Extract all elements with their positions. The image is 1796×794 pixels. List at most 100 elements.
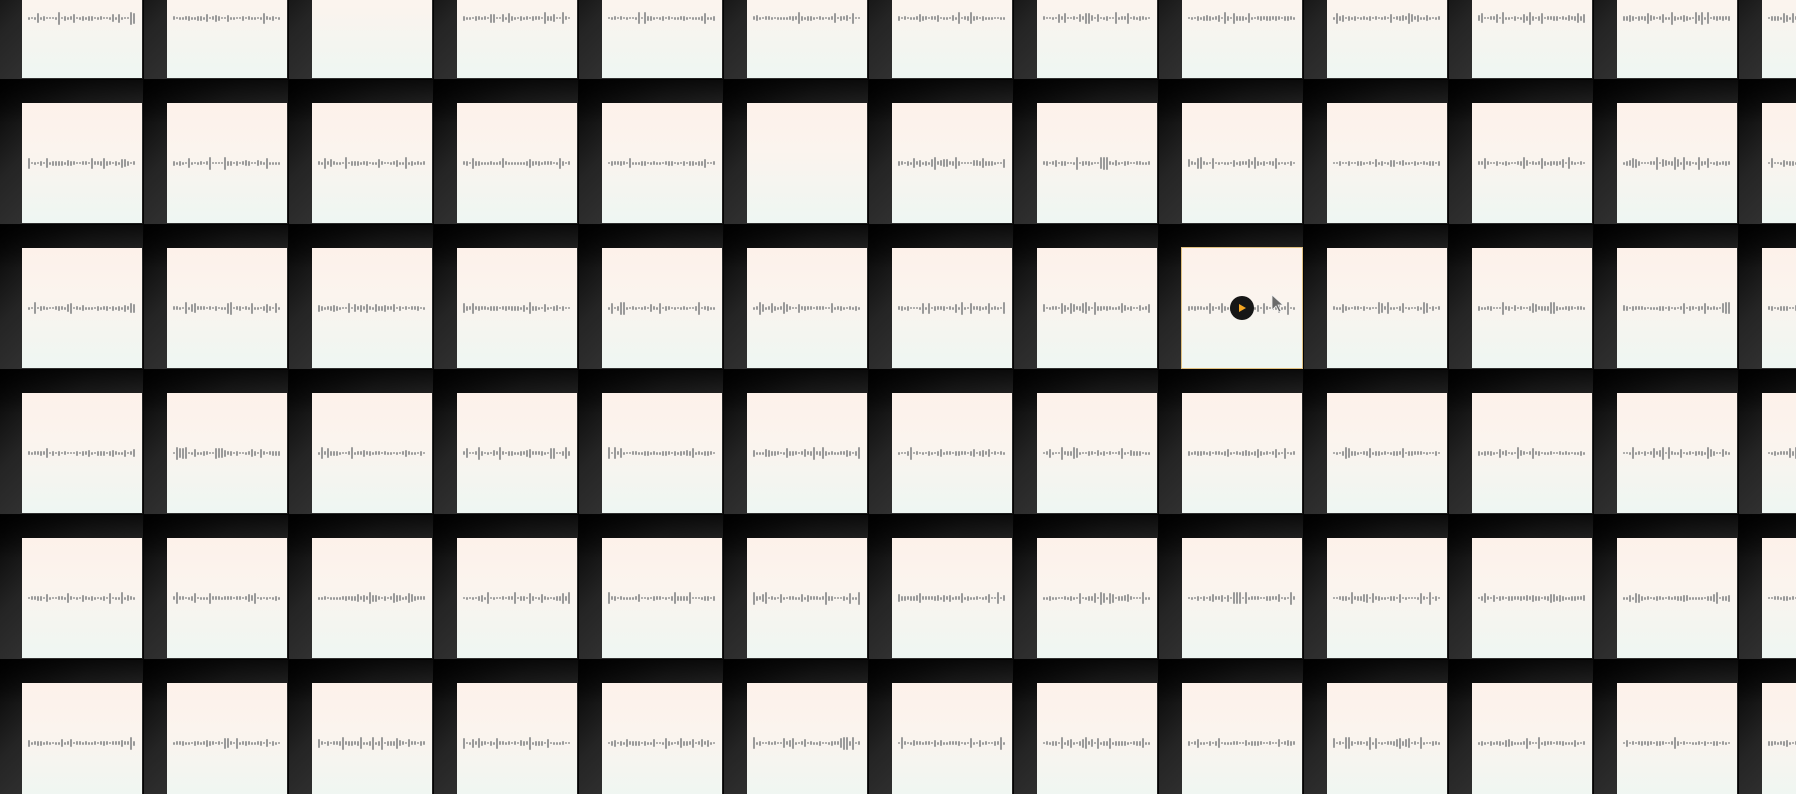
audio-tile[interactable] — [1617, 0, 1737, 78]
audio-tile[interactable] — [1762, 538, 1796, 658]
audio-tile[interactable] — [22, 538, 142, 658]
audio-tile[interactable] — [1037, 248, 1157, 368]
audio-tile[interactable] — [312, 248, 432, 368]
waveform-bar — [1644, 596, 1646, 600]
audio-tile[interactable] — [22, 0, 142, 78]
audio-tile[interactable] — [312, 103, 432, 223]
waveform-bar — [985, 596, 987, 600]
audio-tile[interactable] — [312, 683, 432, 794]
play-button[interactable] — [1230, 296, 1254, 320]
audio-tile[interactable] — [1762, 0, 1796, 78]
audio-tile[interactable] — [1037, 393, 1157, 513]
audio-tile[interactable] — [1472, 0, 1592, 78]
audio-tile[interactable] — [457, 393, 577, 513]
waveform-bar — [1526, 15, 1528, 21]
audio-tile[interactable] — [312, 0, 432, 78]
audio-tile[interactable] — [602, 0, 722, 78]
audio-tile[interactable] — [312, 538, 432, 658]
audio-tile[interactable] — [747, 393, 867, 513]
waveform-bar — [916, 307, 918, 309]
audio-tile[interactable] — [1472, 683, 1592, 794]
audio-tile[interactable] — [1762, 393, 1796, 513]
audio-tile[interactable] — [1327, 538, 1447, 658]
waveform-bar — [967, 307, 969, 309]
waveform-bar — [1191, 742, 1193, 744]
audio-tile[interactable] — [892, 683, 1012, 794]
audio-tile[interactable] — [1037, 683, 1157, 794]
audio-tile[interactable] — [1617, 248, 1737, 368]
audio-tile[interactable] — [747, 103, 867, 223]
audio-tile[interactable] — [747, 683, 867, 794]
audio-tile[interactable] — [1182, 683, 1302, 794]
waveform-bar — [1716, 15, 1718, 21]
audio-tile[interactable] — [457, 103, 577, 223]
audio-tile[interactable] — [892, 248, 1012, 368]
audio-tile[interactable] — [602, 683, 722, 794]
audio-tile[interactable] — [1182, 538, 1302, 658]
audio-tile[interactable] — [1037, 0, 1157, 78]
waveform-bar — [28, 157, 30, 169]
audio-tile[interactable] — [457, 683, 577, 794]
waveform-bar — [994, 17, 996, 19]
audio-tile[interactable] — [22, 248, 142, 368]
audio-tile[interactable] — [167, 393, 287, 513]
audio-tile[interactable] — [22, 393, 142, 513]
waveform-bar — [327, 597, 329, 599]
audio-tile[interactable] — [22, 683, 142, 794]
audio-tile[interactable] — [1327, 103, 1447, 223]
waveform-bar — [109, 307, 111, 309]
waveform-bar — [321, 596, 323, 600]
audio-tile[interactable] — [1617, 103, 1737, 223]
audio-tile[interactable] — [1327, 248, 1447, 368]
audio-tile[interactable] — [1037, 103, 1157, 223]
waveform-bar — [1290, 591, 1292, 605]
audio-tile[interactable] — [1327, 393, 1447, 513]
waveform-bar — [127, 306, 129, 310]
audio-tile[interactable] — [1617, 393, 1737, 513]
audio-tile[interactable] — [167, 683, 287, 794]
waveform-bar — [106, 17, 108, 19]
audio-tile[interactable] — [1472, 393, 1592, 513]
audio-tile[interactable] — [457, 248, 577, 368]
audio-tile[interactable] — [1181, 247, 1303, 369]
audio-tile[interactable] — [1762, 103, 1796, 223]
audio-tile[interactable] — [892, 103, 1012, 223]
audio-tile[interactable] — [167, 103, 287, 223]
audio-tile[interactable] — [1472, 248, 1592, 368]
audio-tile[interactable] — [1327, 683, 1447, 794]
audio-tile[interactable] — [1472, 538, 1592, 658]
waveform-bar — [792, 450, 794, 456]
audio-tile[interactable] — [1762, 248, 1796, 368]
waveform-bar — [1556, 741, 1558, 745]
audio-tile[interactable] — [457, 538, 577, 658]
audio-tile[interactable] — [1182, 393, 1302, 513]
audio-tile[interactable] — [1327, 0, 1447, 78]
waveform-bar — [934, 16, 936, 20]
audio-tile[interactable] — [602, 393, 722, 513]
audio-tile[interactable] — [1182, 0, 1302, 78]
audio-tile[interactable] — [747, 248, 867, 368]
waveform-bar — [713, 742, 715, 744]
audio-tile[interactable] — [167, 248, 287, 368]
audio-tile[interactable] — [1617, 683, 1737, 794]
waveform-bar — [976, 596, 978, 600]
audio-tile[interactable] — [457, 0, 577, 78]
audio-tile[interactable] — [602, 538, 722, 658]
audio-tile[interactable] — [892, 393, 1012, 513]
audio-tile[interactable] — [1762, 683, 1796, 794]
audio-tile[interactable] — [747, 0, 867, 78]
audio-tile[interactable] — [1472, 103, 1592, 223]
audio-tile[interactable] — [602, 248, 722, 368]
audio-tile[interactable] — [312, 393, 432, 513]
audio-tile[interactable] — [1037, 538, 1157, 658]
audio-tile[interactable] — [167, 538, 287, 658]
waveform-bar — [1665, 16, 1667, 20]
audio-tile[interactable] — [892, 0, 1012, 78]
audio-tile[interactable] — [1617, 538, 1737, 658]
audio-tile[interactable] — [22, 103, 142, 223]
audio-tile[interactable] — [1182, 103, 1302, 223]
audio-tile[interactable] — [747, 538, 867, 658]
audio-tile[interactable] — [892, 538, 1012, 658]
audio-tile[interactable] — [167, 0, 287, 78]
audio-tile[interactable] — [602, 103, 722, 223]
